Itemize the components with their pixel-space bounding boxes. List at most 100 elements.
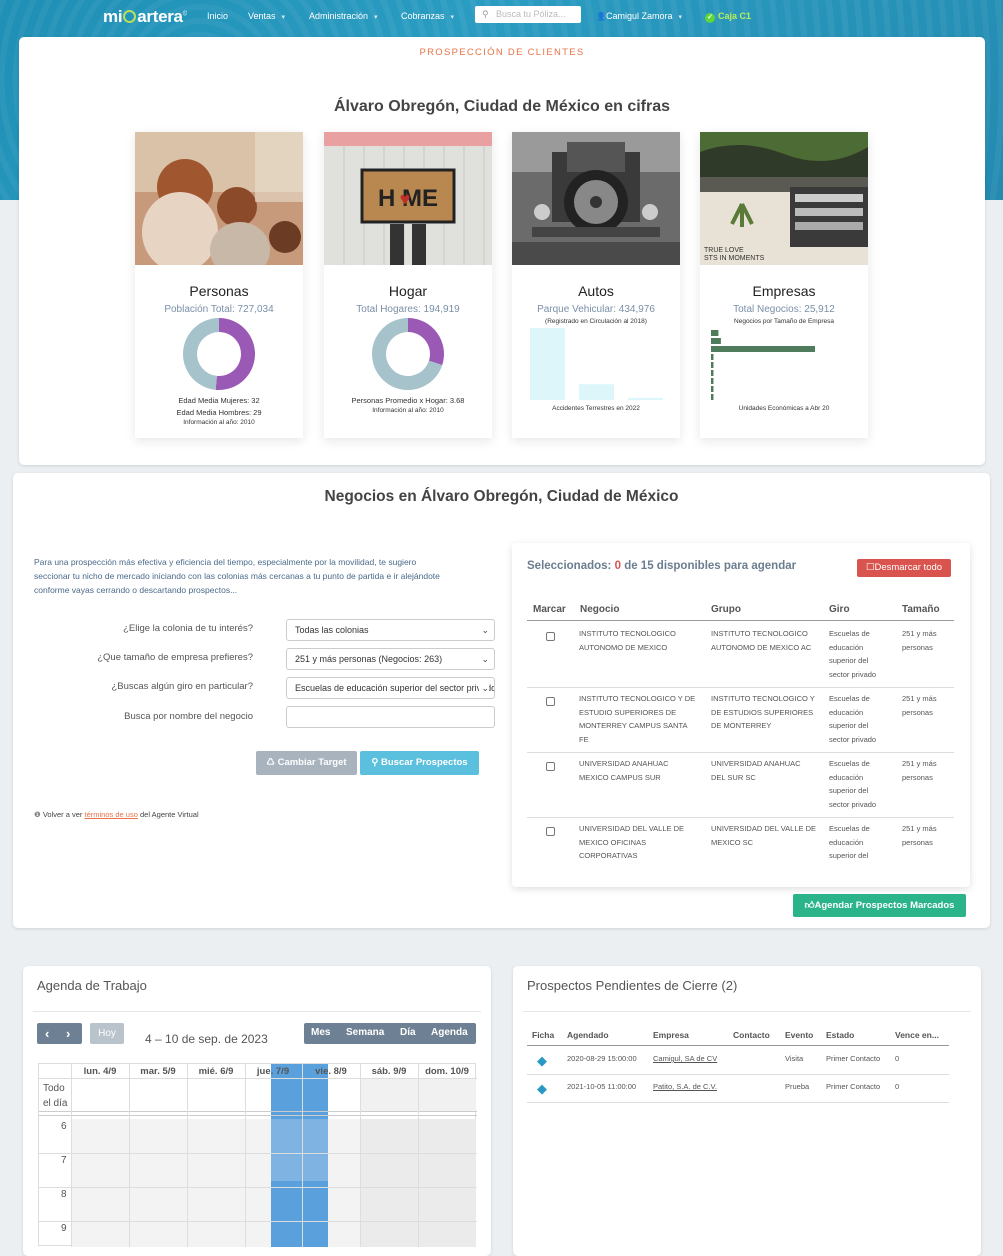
calendar-range: 4 – 10 de sep. de 2023 (145, 1032, 268, 1046)
giro-cell: Escuelas de educación superior del sector p… (829, 759, 877, 809)
desmarcar-todo-button[interactable]: ☐Desmarcar todo (857, 559, 951, 577)
pendientes-card: Prospectos Pendientes de Cierre (2) (513, 966, 981, 1256)
col-ficha: Ficha (532, 1030, 555, 1040)
caja-status[interactable]: ✓ Caja C1 (705, 0, 751, 32)
tamano-select[interactable]: 251 y más personas (Negocios: 263) ⌄ (286, 648, 495, 670)
logo[interactable]: mi artera© (103, 7, 187, 27)
empresa-link[interactable]: Camigul, SA de CV (653, 1054, 717, 1063)
empresas-bar (711, 386, 714, 392)
hoy-button[interactable]: Hoy (90, 1023, 124, 1044)
autos-image (512, 132, 680, 265)
agendado-cell: 2021-10-05 11:00:00 (567, 1082, 637, 1091)
stat-card-empresas: TRUE LOVE STS IN MOMENTS Empresas Total … (700, 132, 868, 438)
empresas-subtitle: Total Negocios: 25,912 (733, 304, 835, 315)
view-agenda[interactable]: Agenda (431, 1027, 468, 1038)
logo-c-icon (123, 10, 137, 23)
hogar-donut-chart (372, 318, 444, 390)
nav-inicio[interactable]: Inicio (207, 0, 228, 32)
tamano-cell: 251 y más personas (902, 824, 937, 847)
donut-slice (408, 318, 444, 366)
buscar-prospectos-button[interactable]: ⚲ Buscar Prospectos (360, 751, 479, 775)
marcar-checkbox[interactable] (546, 762, 555, 771)
nav-ventas[interactable]: Ventas ▾ (248, 0, 285, 32)
terminos-note: ❶ Volver a ver términos de uso del Agent… (34, 810, 199, 819)
tamano-cell: 251 y más personas (902, 759, 937, 782)
view-mes[interactable]: Mes (311, 1027, 330, 1038)
caret-down-icon: ▾ (281, 14, 286, 21)
negocios-intro: Para una prospección más efectiva y efic… (34, 557, 440, 595)
col-grupo: Grupo (711, 604, 741, 615)
poliza-search-input[interactable]: ⚲ Busca tu Póliza... (475, 6, 581, 23)
giro-cell: Escuelas de educación superior del (829, 824, 870, 860)
hour-label: 9 (61, 1223, 67, 1234)
day-header: sáb. 9/9 (371, 1066, 407, 1077)
all-day-label: Todo el día (43, 1083, 68, 1109)
nav-cobranzas[interactable]: Cobranzas ▾ (401, 0, 454, 32)
tag-icon[interactable]: ◆ (537, 1053, 547, 1069)
autos-note: Accidentes Terrestres en 2022 (552, 405, 640, 412)
tamano-cell: 251 y más personas (902, 694, 937, 717)
agenda-title: Agenda de Trabajo (37, 978, 147, 993)
personas-note-1: Edad Media Mujeres: 32 (178, 396, 260, 405)
next-icon[interactable]: › (66, 1026, 70, 1041)
col-negocio: Negocio (580, 604, 620, 615)
search-icon: ⚲ (482, 9, 489, 19)
agendar-prospectos-button[interactable]: 👍︎Agendar Prospectos Marcados (793, 894, 966, 917)
vence-cell: 0 (895, 1054, 900, 1063)
col-evento: Evento (785, 1030, 814, 1040)
recycle-icon: ♺ (266, 757, 278, 768)
negocio-cell: INSTITUTO TECNOLOGICO Y DE ESTUDIO SUPERI… (579, 694, 696, 744)
marcar-checkbox[interactable] (546, 827, 555, 836)
giro-select[interactable]: Escuelas de educación superior del secto… (286, 677, 495, 699)
marcar-checkbox[interactable] (546, 697, 555, 706)
negocios-card: Negocios en Álvaro Obregón, Ciudad de Mé… (13, 473, 990, 928)
grupo-cell: UNIVERSIDAD ANAHUAC DEL SUR SC (711, 759, 801, 782)
estado-cell: Primer Contacto (826, 1082, 881, 1091)
marcar-checkbox[interactable] (546, 632, 555, 641)
col-contacto: Contacto (733, 1030, 770, 1040)
calendar-nav: ‹ › (37, 1023, 82, 1044)
chevron-down-icon: ⌄ (479, 678, 489, 698)
personas-image (135, 132, 303, 265)
thumbs-up-icon: 👍︎ (804, 900, 815, 911)
seleccionados-status: Seleccionados: 0 de 15 disponibles para … (527, 560, 797, 572)
autos-bar (579, 384, 614, 400)
empresas-bar (711, 394, 714, 400)
calendar-grid: Todo el día 6 7 8 9 (38, 1063, 477, 1247)
nav-administracion[interactable]: Administración ▾ (309, 0, 378, 32)
nombre-input[interactable] (286, 706, 495, 728)
day-header: vie. 8/9 (315, 1066, 347, 1077)
personas-note-3: Información al año: 2010 (183, 419, 255, 426)
empresas-bar-chart (711, 330, 815, 400)
prospeccion-header: PROSPECCIÓN DE CLIENTES (419, 47, 585, 58)
giro-cell: Escuelas de educación superior del sector p… (829, 694, 877, 744)
view-dia[interactable]: Día (400, 1027, 416, 1038)
info-icon: ❶ (34, 810, 43, 819)
user-menu[interactable]: 👤Camigul Zamora ▾ (596, 0, 682, 32)
evento-cell: Prueba (785, 1082, 810, 1091)
empresas-note: Unidades Económicas a Abr 20 (738, 405, 830, 412)
negocio-cell: UNIVERSIDAD DEL VALLE DE MEXICO OFICINAS C… (579, 824, 685, 860)
hour-label: 7 (61, 1155, 67, 1166)
negocio-cell: UNIVERSIDAD ANAHUAC MEXICO CAMPUS SUR (579, 759, 669, 782)
colonia-select[interactable]: Todas las colonias ⌄ (286, 619, 495, 641)
hogar-title: Hogar (388, 283, 428, 299)
colonia-label: ¿Elige la colonia de tu interés? (123, 623, 253, 634)
tag-icon[interactable]: ◆ (537, 1081, 547, 1097)
personas-donut-chart (183, 318, 255, 390)
terminos-link[interactable]: términos de uso (85, 810, 138, 819)
personas-title: Personas (189, 283, 249, 299)
empresas-bar (711, 370, 714, 376)
check-icon: ✓ (705, 13, 715, 23)
vence-cell: 0 (895, 1082, 900, 1091)
view-semana[interactable]: Semana (346, 1027, 384, 1038)
svg-text:♥: ♥ (400, 189, 411, 209)
stat-card-autos: Autos Parque Vehicular: 434,976 (Registr… (512, 132, 680, 438)
svg-text:TRUE LOVE: TRUE LOVE (704, 247, 744, 254)
cambiar-target-button[interactable]: ♺ Cambiar Target (256, 751, 357, 775)
col-marcar: Marcar (533, 604, 566, 615)
empresa-link[interactable]: Patito, S.A. de C.V. (653, 1082, 717, 1091)
col-empresa: Empresa (653, 1030, 689, 1040)
prev-icon[interactable]: ‹ (45, 1026, 49, 1041)
estado-cell: Primer Contacto (826, 1054, 881, 1063)
